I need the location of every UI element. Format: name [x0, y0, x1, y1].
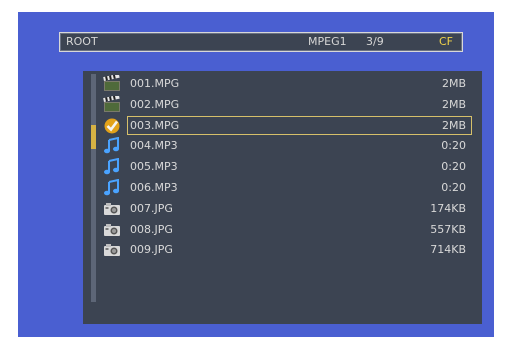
- film-clapper-icon: [103, 73, 121, 92]
- current-folder-label: ROOT: [66, 35, 98, 48]
- music-note-icon: [103, 137, 121, 154]
- film-clapper-icon: [103, 94, 121, 113]
- file-filter-label: MPEG1: [308, 35, 347, 48]
- check-mark-icon: [103, 117, 121, 134]
- file-row[interactable]: 007.JPG 174KB: [103, 199, 471, 218]
- file-name: 009.JPG: [130, 243, 173, 257]
- file-row[interactable]: 003.MPG 2MB: [103, 115, 472, 135]
- file-row[interactable]: 002.MPG 2MB: [103, 94, 471, 114]
- file-row[interactable]: 004.MP3 0:20: [103, 136, 471, 155]
- file-name: 007.JPG: [130, 201, 173, 215]
- scrollbar-track[interactable]: [91, 74, 96, 302]
- header-bar: ROOT MPEG1 3/9 CF: [59, 32, 463, 52]
- file-size: 174KB: [430, 201, 466, 215]
- file-row[interactable]: 009.JPG 714KB: [103, 240, 471, 259]
- file-name: 004.MP3: [130, 139, 178, 153]
- file-size: 2MB: [441, 77, 466, 90]
- file-size: 557KB: [430, 222, 466, 236]
- camera-icon: [103, 241, 121, 258]
- camera-icon: [103, 200, 121, 217]
- file-size: 0:20: [441, 139, 466, 153]
- file-name: 001.MPG: [130, 77, 180, 90]
- file-name: 008.JPG: [130, 222, 173, 236]
- music-note-icon: [103, 178, 121, 196]
- file-name: 002.MPG: [130, 97, 180, 111]
- file-row[interactable]: 008.JPG 557KB: [103, 220, 471, 239]
- file-size: 714KB: [430, 243, 466, 257]
- file-size: 0:20: [441, 181, 466, 194]
- file-size: 2MB: [441, 118, 466, 132]
- file-row[interactable]: 006.MP3 0:20: [103, 178, 471, 197]
- file-row[interactable]: 001.MPG 2MB: [103, 73, 471, 93]
- music-note-icon: [103, 157, 121, 175]
- file-size: 2MB: [441, 97, 466, 111]
- media-source-label: CF: [438, 35, 453, 48]
- scrollbar-thumb[interactable]: [91, 125, 96, 149]
- file-name: 005.MP3: [130, 160, 178, 174]
- file-position-counter: 3/9: [366, 35, 384, 48]
- file-name: 006.MP3: [130, 181, 178, 194]
- file-name: 003.MPG: [130, 118, 180, 132]
- camera-icon: [103, 221, 121, 238]
- file-row[interactable]: 005.MP3 0:20: [103, 157, 471, 176]
- file-size: 0:20: [441, 160, 466, 174]
